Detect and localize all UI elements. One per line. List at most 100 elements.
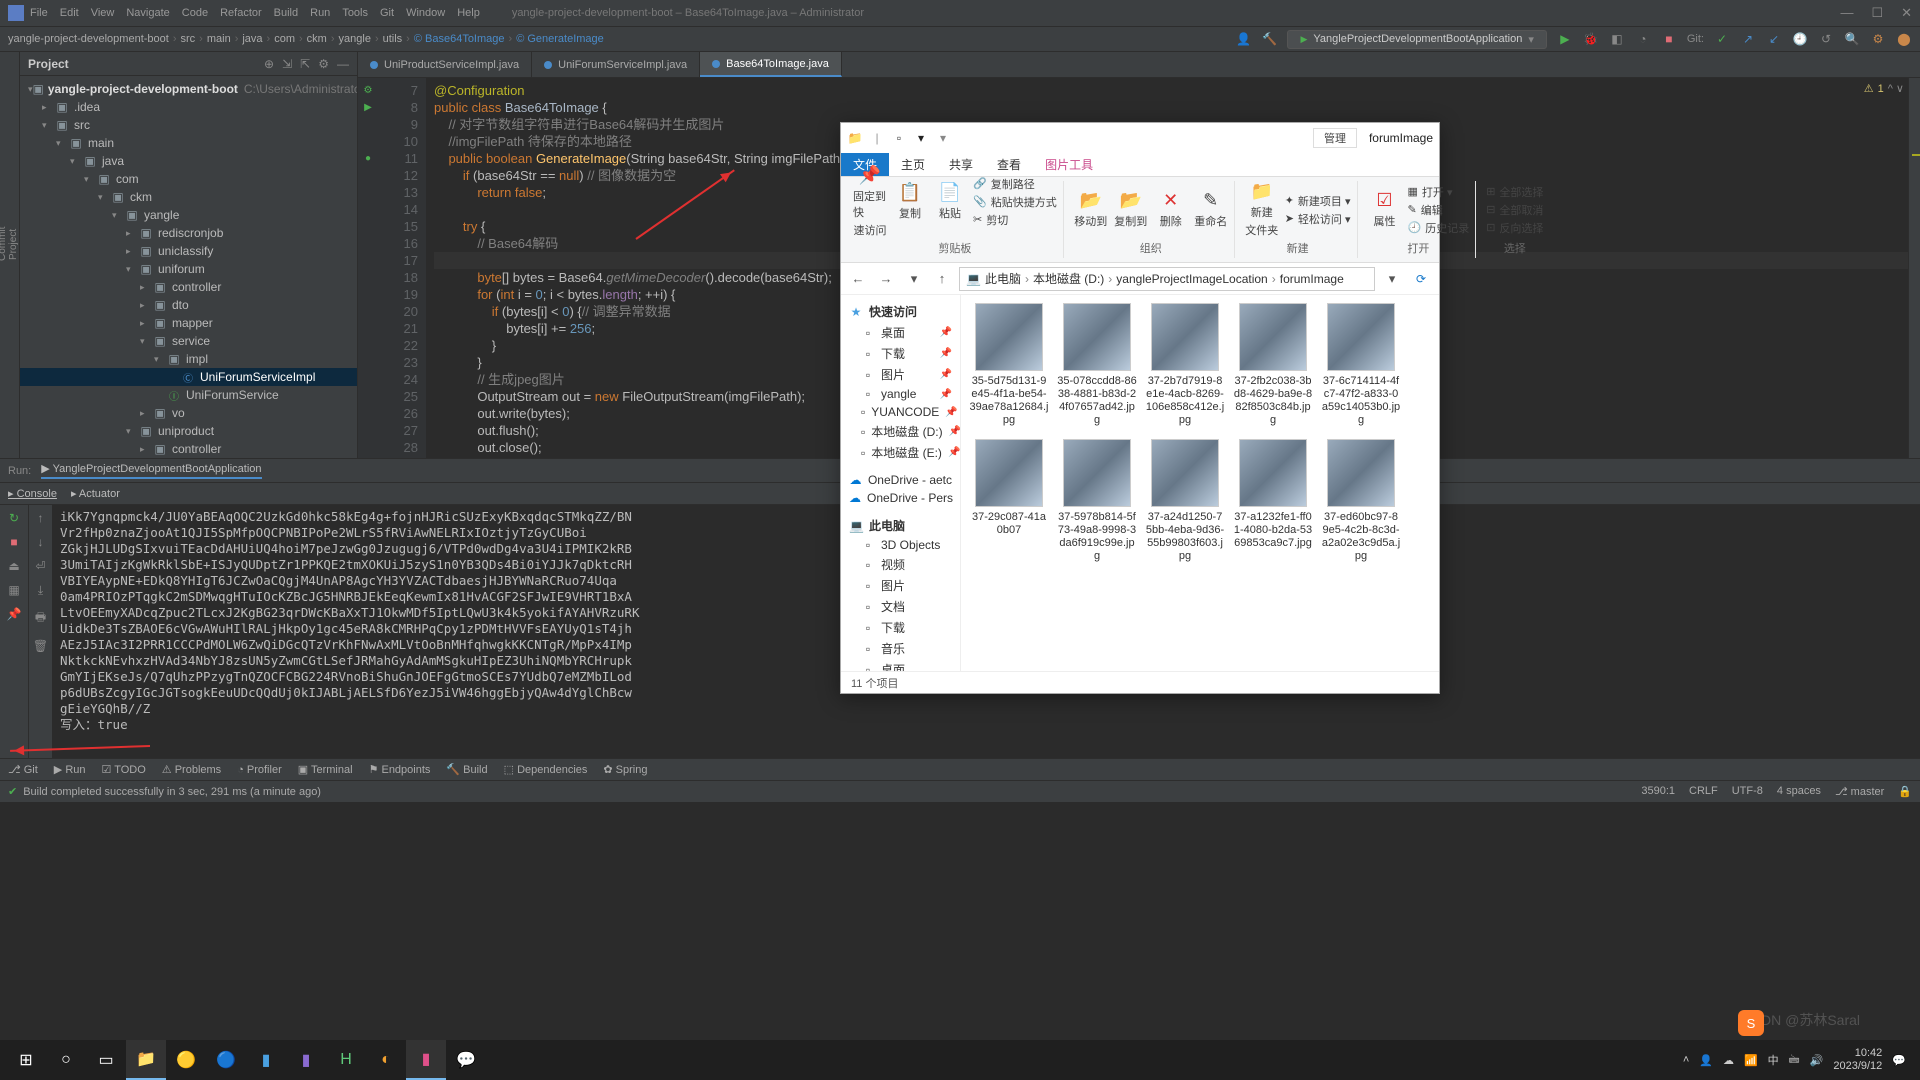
project-tree[interactable]: ▾▣yangle-project-development-bootC:\User… (20, 76, 357, 458)
git-pull-icon[interactable]: ↙ (1766, 31, 1782, 47)
task-view-button[interactable]: ▭ (86, 1040, 126, 1080)
nav-quick-access[interactable]: ★快速访问 (845, 301, 956, 322)
copyto-button[interactable]: 📂复制到 (1114, 190, 1148, 229)
nav-item[interactable]: ▫视频 (845, 554, 956, 575)
breadcrumb-item[interactable]: src (181, 33, 196, 45)
toolwindow-todo[interactable]: ☑ TODO (102, 763, 146, 776)
nav-onedrive[interactable]: ☁OneDrive - aetc (845, 471, 956, 489)
menu-build[interactable]: Build (274, 7, 298, 19)
toolwindow-git[interactable]: ⎇ Git (8, 763, 38, 776)
menu-navigate[interactable]: Navigate (126, 7, 169, 19)
qat-newfolder-icon[interactable]: ▾ (913, 130, 929, 146)
tree-item[interactable]: ▾▣com (20, 170, 357, 188)
status-cell[interactable]: 4 spaces (1777, 785, 1821, 798)
toolwindow-problems[interactable]: ⚠ Problems (162, 763, 221, 776)
gutter-icons[interactable]: ⚙▶● (358, 78, 378, 458)
toolwindow-endpoints[interactable]: ⚑ Endpoints (369, 763, 431, 776)
app-icon-1[interactable]: ▮ (286, 1040, 326, 1080)
menu-code[interactable]: Code (182, 7, 208, 19)
menu-tools[interactable]: Tools (342, 7, 368, 19)
breadcrumb-item[interactable]: main (207, 33, 231, 45)
qat-custom-icon[interactable]: ▾ (935, 130, 951, 146)
back-button[interactable]: ← (847, 271, 869, 286)
copy-path-button[interactable]: 🔗 复制路径 (973, 176, 1057, 192)
explorer-nav-pane[interactable]: ★快速访问▫桌面📌▫下载📌▫图片📌▫yangle📌▫YUANCODE📌▫本地磁盘… (841, 295, 961, 671)
coverage-icon[interactable]: ◧ (1609, 31, 1625, 47)
toolwindow-terminal[interactable]: ▣ Terminal (298, 763, 353, 776)
git-commit-icon[interactable]: ✓ (1714, 31, 1730, 47)
file-item[interactable]: 37-5978b814-5f73-49a8-9998-3da6f919c99e.… (1057, 439, 1137, 563)
run-icon[interactable]: ▶ (1557, 31, 1573, 47)
status-cell[interactable]: 3590:1 (1641, 785, 1675, 798)
profile-icon[interactable]: ◔ (1635, 31, 1651, 47)
new-folder-button[interactable]: 📁新建文件夹 (1245, 181, 1279, 238)
menu-file[interactable]: File (30, 7, 48, 19)
delete-button[interactable]: ✕删除 (1154, 190, 1188, 229)
nav-item[interactable]: ▫图片 (845, 575, 956, 596)
tree-item[interactable]: ▾▣java (20, 152, 357, 170)
ime-badge[interactable]: S (1738, 1010, 1764, 1036)
select-all-button[interactable]: ⊞ 全部选择 (1486, 184, 1543, 200)
taskbar-clock[interactable]: 10:422023/9/12 (1833, 1047, 1882, 1073)
project-toolbar[interactable]: ⊕⇲⇱⚙— (264, 57, 349, 71)
windows-taskbar[interactable]: ⊞ ○ ▭ 📁 🟡 🔵 ▮ ▮ H ◐ ▮ 💬 ˄ 👤 ☁ 📶 中 🖮 🔊 10… (0, 1040, 1920, 1080)
toolwindow-spring[interactable]: ✿ Spring (603, 763, 647, 776)
tree-root[interactable]: ▾▣yangle-project-development-bootC:\User… (20, 80, 357, 98)
inspection-indicator[interactable]: ⚠ 1 ^ ∨ (1864, 81, 1904, 98)
file-item[interactable]: 37-a24d1250-75bb-4eba-9d36-55b99803f603.… (1145, 439, 1225, 563)
breadcrumb-item[interactable]: java (242, 33, 262, 45)
ide-settings-icon[interactable]: ⚙ (1870, 31, 1886, 47)
address-path[interactable]: 💻 此电脑 › 本地磁盘 (D:) › yangleProjectImageLo… (959, 267, 1375, 291)
cut-button[interactable]: ✂ 剪切 (973, 212, 1057, 228)
menu-git[interactable]: Git (380, 7, 394, 19)
breadcrumb-link[interactable]: © Base64ToImage (414, 33, 505, 45)
editor-tab[interactable]: UniForumServiceImpl.java (532, 52, 700, 77)
edit-button[interactable]: ✎ 编辑 (1408, 202, 1470, 218)
file-explorer-window[interactable]: 📁 | ▫ ▾ ▾ 管理 forumImage 文件主页共享查看图片工具 📌固定… (840, 122, 1440, 694)
minimize-button[interactable]: — (1840, 5, 1853, 21)
path-segment[interactable]: yangleProjectImageLocation (1116, 272, 1267, 286)
menu-edit[interactable]: Edit (60, 7, 79, 19)
breadcrumb-link[interactable]: © GenerateImage (516, 33, 604, 45)
tree-item[interactable]: ▸▣controller (20, 278, 357, 296)
easy-access-button[interactable]: ➤ 轻松访问 ▾ (1285, 211, 1351, 227)
tree-item[interactable]: ▾▣uniforum (20, 260, 357, 278)
stop-icon[interactable]: ■ (1661, 31, 1677, 47)
tree-item[interactable]: ▾▣uniproduct (20, 422, 357, 440)
vscode-icon[interactable]: ▮ (246, 1040, 286, 1080)
git-revert-icon[interactable]: ↺ (1818, 31, 1834, 47)
status-cell[interactable]: ⎇ master (1835, 785, 1884, 798)
path-segment[interactable]: 本地磁盘 (D:) (1033, 270, 1104, 287)
build-hammer-icon[interactable]: 🔨 (1261, 31, 1277, 47)
tree-item[interactable]: ▸▣.idea (20, 98, 357, 116)
file-item[interactable]: 35-5d75d131-9e45-4f1a-be54-39ae78a12684.… (969, 303, 1049, 427)
menu-view[interactable]: View (91, 7, 115, 19)
notifications-icon[interactable]: ⬤ (1896, 31, 1912, 47)
debug-icon[interactable]: 🐞 (1583, 31, 1599, 47)
nav-item[interactable]: ▫3D Objects (845, 536, 956, 554)
properties-button[interactable]: ☑属性 (1368, 190, 1402, 229)
start-button[interactable]: ⊞ (6, 1040, 46, 1080)
status-lock-icon[interactable]: 🔒 (1898, 785, 1912, 798)
tree-item[interactable]: ⒾUniForumService (20, 386, 357, 404)
explorer-titlebar[interactable]: 📁 | ▫ ▾ ▾ 管理 forumImage (841, 123, 1439, 153)
nav-item[interactable]: ▫音乐 (845, 638, 956, 659)
window-controls[interactable]: —☐✕ (1840, 5, 1912, 21)
manage-tab[interactable]: 管理 (1313, 128, 1357, 148)
tree-item[interactable]: ▸▣vo (20, 404, 357, 422)
close-button[interactable]: ✕ (1901, 5, 1912, 21)
search-icon[interactable]: 🔍 (1844, 31, 1860, 47)
breadcrumb-item[interactable]: yangle (339, 33, 371, 45)
refresh-button[interactable]: ⟳ (1409, 272, 1433, 286)
file-item[interactable]: 37-2b7d7919-8e1e-4acb-8269-106e858c412e.… (1145, 303, 1225, 427)
copy-button[interactable]: 📋复制 (893, 182, 927, 221)
tree-item[interactable]: ⒸUniForumServiceImpl (20, 368, 357, 386)
explorer-taskbar-icon[interactable]: 📁 (126, 1040, 166, 1080)
nav-item[interactable]: ▫下载📌 (845, 343, 956, 364)
nav-item[interactable]: ▫桌面📌 (845, 322, 956, 343)
history-button[interactable]: 🕘 历史记录 (1408, 220, 1470, 236)
search-button[interactable]: ○ (46, 1040, 86, 1080)
menu-help[interactable]: Help (457, 7, 480, 19)
run-toolbar-left[interactable]: ↻ ■ ⏏ ▦ 📌 (0, 505, 28, 758)
select-none-button[interactable]: ⊟ 全部取消 (1486, 202, 1543, 218)
